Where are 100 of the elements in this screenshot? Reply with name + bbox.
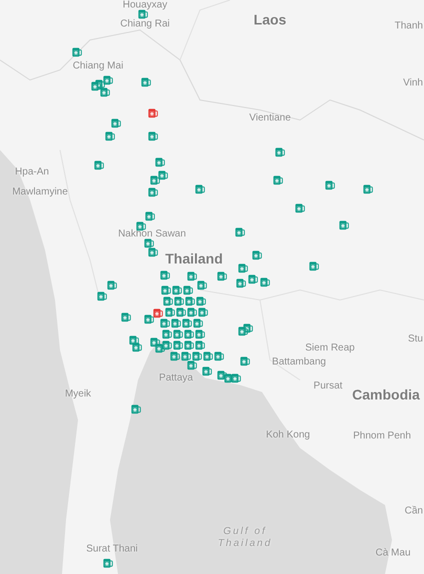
charger-pin-icon[interactable] [94, 160, 104, 170]
charger-pin-icon[interactable] [141, 77, 151, 87]
city-label: Mawlamyine [12, 186, 68, 200]
city-label: Siem Reap [305, 342, 355, 356]
charger-pin-icon[interactable] [193, 318, 203, 328]
charger-pin-icon[interactable] [144, 314, 154, 324]
charger-pin-icon[interactable] [165, 307, 175, 317]
charger-pin-icon[interactable] [144, 238, 154, 248]
charger-pin-icon[interactable] [148, 131, 158, 141]
charger-pin-icon[interactable] [72, 47, 82, 57]
city-label: Vinh [403, 76, 423, 90]
charger-pin-icon[interactable] [153, 308, 163, 318]
charger-pin-icon[interactable] [217, 271, 227, 281]
charger-pin-icon[interactable] [184, 340, 194, 350]
charger-pin-icon[interactable] [162, 329, 172, 339]
charger-pin-icon[interactable] [173, 329, 183, 339]
charger-pin-icon[interactable] [309, 261, 319, 271]
charger-pin-icon[interactable] [238, 326, 248, 336]
charger-pin-icon[interactable] [145, 211, 155, 221]
charger-pin-icon[interactable] [183, 285, 193, 295]
charger-pin-icon[interactable] [236, 278, 246, 288]
charger-pin-icon[interactable] [325, 180, 335, 190]
charger-pin-icon[interactable] [195, 329, 205, 339]
charger-pin-icon[interactable] [170, 351, 180, 361]
charger-pin-icon[interactable] [184, 329, 194, 339]
city-label: Thanh [394, 20, 423, 34]
charger-pin-icon[interactable] [105, 131, 115, 141]
charger-pin-icon[interactable] [273, 175, 283, 185]
city-label: Cần [404, 504, 423, 518]
charger-pin-icon[interactable] [203, 351, 213, 361]
charger-pin-icon[interactable] [155, 157, 165, 167]
city-label: Chiang Rai [120, 18, 170, 32]
city-label: Pattaya [159, 372, 193, 386]
charger-pin-icon[interactable] [148, 187, 158, 197]
city-label: Nakhon Sawan [118, 228, 186, 242]
charger-pin-icon[interactable] [214, 351, 224, 361]
charger-pin-icon[interactable] [238, 263, 248, 273]
charger-pin-icon[interactable] [148, 108, 158, 118]
charger-pin-icon[interactable] [202, 366, 212, 376]
city-label: Surat Thani [86, 542, 138, 556]
charger-pin-icon[interactable] [138, 9, 148, 19]
charger-pin-icon[interactable] [91, 81, 101, 91]
city-label: Cà Mau [376, 546, 410, 560]
charger-pin-icon[interactable] [252, 250, 262, 260]
charger-pin-icon[interactable] [158, 170, 168, 180]
sea-label: Gulf of Thailand [216, 526, 274, 550]
charger-pin-icon[interactable] [192, 351, 202, 361]
charger-pin-icon[interactable] [240, 356, 250, 366]
charger-pin-icon[interactable] [136, 221, 146, 231]
charger-pin-icon[interactable] [100, 87, 110, 97]
city-label: Koh Kong [266, 428, 310, 442]
city-label: Hpa-An [15, 166, 49, 180]
charger-pin-icon[interactable] [103, 558, 113, 568]
charger-pin-icon[interactable] [107, 280, 117, 290]
charger-pin-icon[interactable] [363, 184, 373, 194]
charger-pin-icon[interactable] [339, 220, 349, 230]
city-label: Myeik [64, 388, 92, 402]
charger-pin-icon[interactable] [187, 360, 197, 370]
charger-pin-icon[interactable] [185, 296, 195, 306]
charger-pin-icon[interactable] [181, 351, 191, 361]
charger-pin-icon[interactable] [195, 340, 205, 350]
charger-pin-icon[interactable] [248, 274, 258, 284]
charger-pin-icon[interactable] [182, 318, 192, 328]
charger-pin-icon[interactable] [260, 277, 270, 287]
charger-pin-icon[interactable] [131, 404, 141, 414]
charger-pin-icon[interactable] [132, 342, 142, 352]
charger-pin-icon[interactable] [103, 75, 113, 85]
country-label: Cambodia [352, 386, 420, 404]
charger-pin-icon[interactable] [187, 307, 197, 317]
charger-pin-icon[interactable] [148, 247, 158, 257]
charger-pin-icon[interactable] [160, 270, 170, 280]
charger-pin-icon[interactable] [275, 147, 285, 157]
charger-pin-icon[interactable] [187, 271, 197, 281]
charger-pin-icon[interactable] [173, 340, 183, 350]
charger-pin-icon[interactable] [195, 184, 205, 194]
charger-pin-icon[interactable] [172, 285, 182, 295]
city-label: Phnom Penh [353, 430, 411, 444]
charger-pin-icon[interactable] [163, 296, 173, 306]
charger-pin-icon[interactable] [196, 296, 206, 306]
charger-pin-icon[interactable] [97, 291, 107, 301]
city-label: Chiang Mai [72, 60, 124, 74]
charger-pin-icon[interactable] [176, 307, 186, 317]
charger-pin-icon[interactable] [160, 318, 170, 328]
charger-pin-icon[interactable] [174, 296, 184, 306]
city-label: Vientiane [249, 112, 291, 126]
charger-pin-icon[interactable] [231, 373, 241, 383]
country-label: Laos [254, 10, 286, 30]
city-label: Houayxay [122, 0, 168, 12]
charger-pin-icon[interactable] [198, 307, 208, 317]
charger-pin-icon[interactable] [150, 175, 160, 185]
charger-pin-icon[interactable] [295, 203, 305, 213]
charger-pin-icon[interactable] [161, 285, 171, 295]
charger-pin-icon[interactable] [111, 118, 121, 128]
charger-pin-icon[interactable] [171, 318, 181, 328]
country-label: Thailand [165, 250, 223, 268]
charger-pin-icon[interactable] [162, 340, 172, 350]
charger-pin-icon[interactable] [235, 227, 245, 237]
charger-pin-icon[interactable] [197, 280, 207, 290]
charger-pin-icon[interactable] [121, 312, 131, 322]
city-label: Stu [408, 332, 423, 346]
